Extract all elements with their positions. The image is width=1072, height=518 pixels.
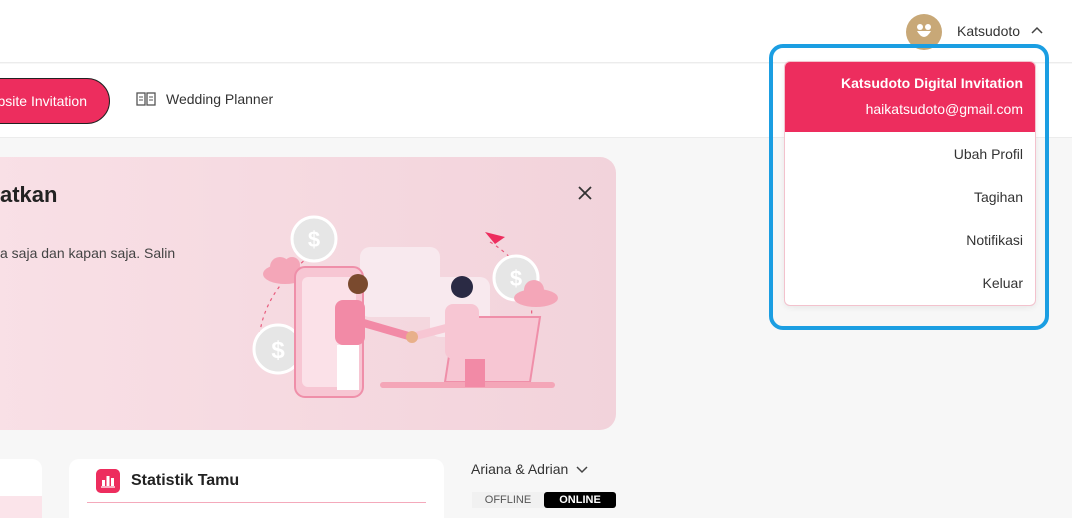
dropdown-header: Katsudoto Digital Invitation haikatsudot… — [785, 62, 1035, 132]
user-dropdown-menu: Katsudoto Digital Invitation haikatsudot… — [784, 61, 1036, 306]
divider — [87, 502, 426, 503]
banner-text: a saja dan kapan saja. Salin — [0, 245, 176, 261]
svg-text:$: $ — [308, 227, 320, 252]
online-option[interactable]: ONLINE — [544, 492, 616, 508]
menu-item-ubah-profil[interactable]: Ubah Profil — [785, 132, 1035, 175]
website-invitation-button[interactable]: Website Invitation — [0, 78, 110, 124]
menu-item-notifikasi[interactable]: Notifikasi — [785, 218, 1035, 261]
stats-title: Statistik Tamu — [131, 472, 240, 489]
status-toggle[interactable]: OFFLINE ONLINE — [472, 492, 616, 508]
couple-name: Ariana & Adrian — [471, 461, 569, 477]
promo-banner: atkan a saja dan kapan saja. Salin $ $ $ — [0, 157, 616, 430]
card-stripe — [0, 496, 42, 518]
couple-selector[interactable]: Ariana & Adrian — [471, 461, 588, 477]
chevron-up-icon[interactable] — [1030, 24, 1044, 36]
menu-item-keluar[interactable]: Keluar — [785, 261, 1035, 304]
menu-item-tagihan[interactable]: Tagihan — [785, 175, 1035, 218]
wedding-planner-label: Wedding Planner — [166, 91, 274, 107]
chevron-down-icon — [576, 466, 588, 474]
handshake-illustration-icon: $ $ $ — [252, 215, 558, 398]
summary-card — [0, 459, 42, 518]
user-menu-label[interactable]: Katsudoto — [957, 23, 1020, 39]
account-name: Katsudoto Digital Invitation — [841, 75, 1023, 91]
account-email: haikatsudoto@gmail.com — [865, 101, 1023, 117]
close-icon[interactable] — [576, 184, 594, 202]
offline-option[interactable]: OFFLINE — [472, 492, 544, 508]
bar-chart-icon — [96, 469, 120, 493]
svg-text:$: $ — [510, 266, 522, 291]
wedding-planner-link[interactable]: Wedding Planner — [136, 91, 273, 107]
book-icon — [136, 92, 156, 106]
svg-text:$: $ — [271, 337, 285, 364]
banner-title: atkan — [0, 182, 58, 207]
user-avatar-icon — [917, 24, 931, 37]
guest-stats-card: Statistik Tamu — [69, 459, 444, 518]
